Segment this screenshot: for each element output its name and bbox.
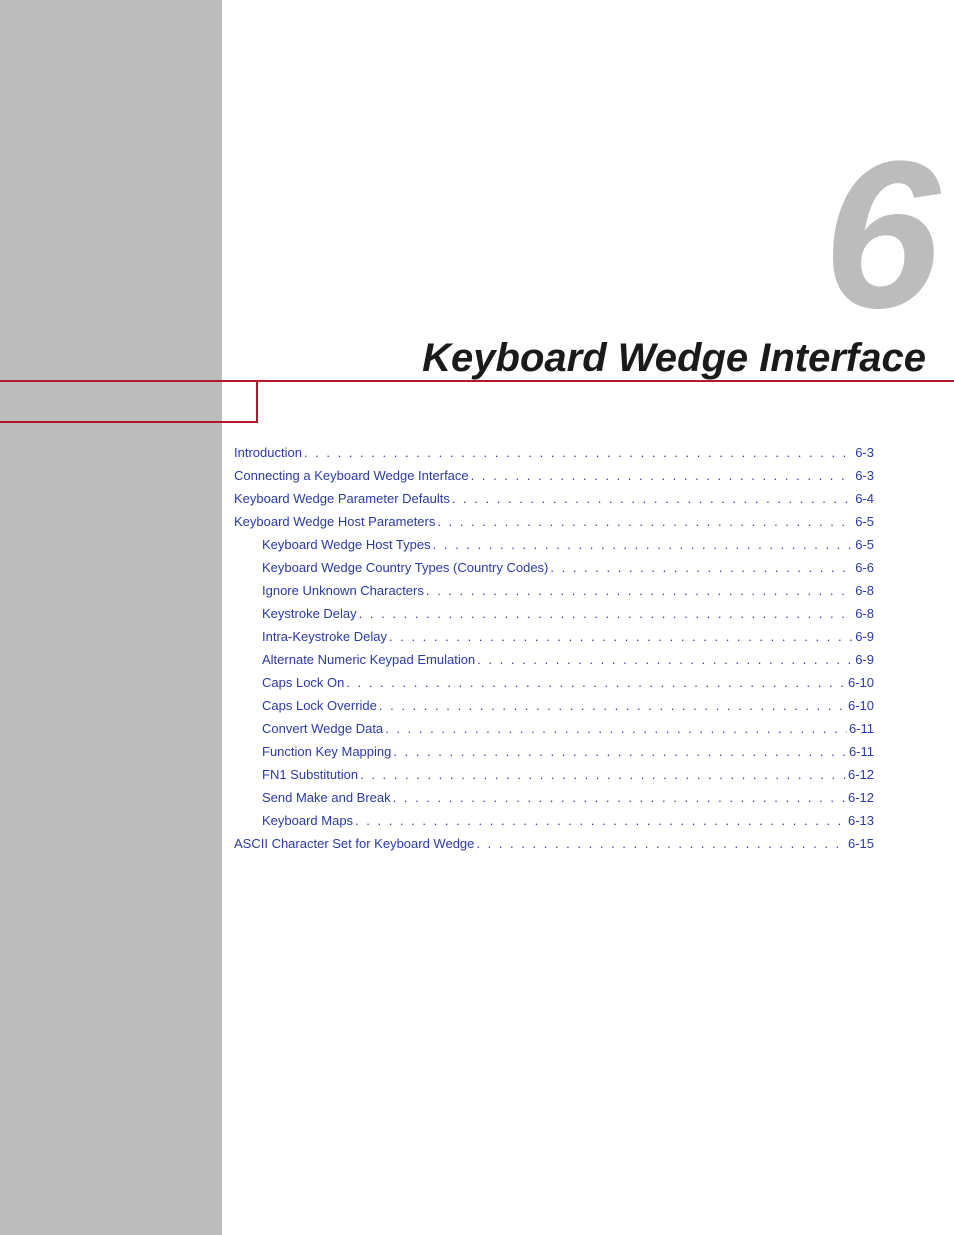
toc-leader-dots: . . . . . . . . . . . . . . . . . . . . …	[426, 583, 853, 598]
toc-entry-label[interactable]: Keystroke Delay	[262, 606, 357, 621]
red-rule-step-v	[256, 380, 258, 422]
toc-entry-page[interactable]: 6-12	[848, 767, 874, 782]
toc-row[interactable]: Intra-Keystroke Delay. . . . . . . . . .…	[234, 629, 874, 644]
toc-entry-label[interactable]: Keyboard Wedge Parameter Defaults	[234, 491, 450, 506]
toc-entry-page[interactable]: 6-3	[855, 468, 874, 483]
toc-leader-dots: . . . . . . . . . . . . . . . . . . . . …	[304, 445, 853, 460]
toc-row[interactable]: ASCII Character Set for Keyboard Wedge. …	[234, 836, 874, 851]
toc-leader-dots: . . . . . . . . . . . . . . . . . . . . …	[379, 698, 846, 713]
chapter-title: Keyboard Wedge Interface	[422, 336, 926, 381]
toc-entry-page[interactable]: 6-15	[848, 836, 874, 851]
toc-leader-dots: . . . . . . . . . . . . . . . . . . . . …	[452, 491, 853, 506]
toc-entry-label[interactable]: Ignore Unknown Characters	[262, 583, 424, 598]
toc-entry-page[interactable]: 6-10	[848, 698, 874, 713]
toc-entry-label[interactable]: FN1 Substitution	[262, 767, 358, 782]
toc-leader-dots: . . . . . . . . . . . . . . . . . . . . …	[393, 790, 846, 805]
toc-row[interactable]: Alternate Numeric Keypad Emulation. . . …	[234, 652, 874, 667]
toc-entry-page[interactable]: 6-3	[855, 445, 874, 460]
table-of-contents: Introduction. . . . . . . . . . . . . . …	[234, 445, 874, 859]
toc-entry-label[interactable]: Keyboard Wedge Host Types	[262, 537, 431, 552]
chapter-page: 6 Keyboard Wedge Interface Introduction.…	[0, 0, 954, 1235]
red-rule	[0, 380, 954, 382]
toc-row[interactable]: Connecting a Keyboard Wedge Interface. .…	[234, 468, 874, 483]
gray-left-bar	[0, 0, 222, 1235]
toc-leader-dots: . . . . . . . . . . . . . . . . . . . . …	[471, 468, 854, 483]
toc-row[interactable]: Caps Lock Override. . . . . . . . . . . …	[234, 698, 874, 713]
toc-entry-page[interactable]: 6-4	[855, 491, 874, 506]
toc-entry-label[interactable]: ASCII Character Set for Keyboard Wedge	[234, 836, 474, 851]
toc-row[interactable]: Keyboard Wedge Country Types (Country Co…	[234, 560, 874, 575]
toc-entry-page[interactable]: 6-11	[849, 744, 874, 759]
toc-row[interactable]: Keystroke Delay. . . . . . . . . . . . .…	[234, 606, 874, 621]
toc-leader-dots: . . . . . . . . . . . . . . . . . . . . …	[437, 514, 853, 529]
toc-row[interactable]: Keyboard Wedge Host Types. . . . . . . .…	[234, 537, 874, 552]
toc-leader-dots: . . . . . . . . . . . . . . . . . . . . …	[393, 744, 847, 759]
toc-entry-page[interactable]: 6-9	[855, 652, 874, 667]
toc-entry-label[interactable]: Introduction	[234, 445, 302, 460]
toc-row[interactable]: Introduction. . . . . . . . . . . . . . …	[234, 445, 874, 460]
toc-entry-label[interactable]: Convert Wedge Data	[262, 721, 383, 736]
toc-leader-dots: . . . . . . . . . . . . . . . . . . . . …	[385, 721, 847, 736]
toc-row[interactable]: Send Make and Break. . . . . . . . . . .…	[234, 790, 874, 805]
toc-entry-page[interactable]: 6-6	[855, 560, 874, 575]
toc-entry-label[interactable]: Alternate Numeric Keypad Emulation	[262, 652, 475, 667]
toc-leader-dots: . . . . . . . . . . . . . . . . . . . . …	[389, 629, 853, 644]
toc-row[interactable]: Caps Lock On. . . . . . . . . . . . . . …	[234, 675, 874, 690]
toc-entry-page[interactable]: 6-5	[855, 537, 874, 552]
toc-entry-label[interactable]: Caps Lock Override	[262, 698, 377, 713]
toc-entry-label[interactable]: Keyboard Wedge Country Types (Country Co…	[262, 560, 548, 575]
toc-entry-label[interactable]: Connecting a Keyboard Wedge Interface	[234, 468, 469, 483]
toc-entry-page[interactable]: 6-8	[855, 583, 874, 598]
red-rule-step-h	[0, 421, 258, 423]
toc-entry-label[interactable]: Caps Lock On	[262, 675, 344, 690]
toc-row[interactable]: Function Key Mapping. . . . . . . . . . …	[234, 744, 874, 759]
toc-leader-dots: . . . . . . . . . . . . . . . . . . . . …	[477, 652, 853, 667]
toc-entry-label[interactable]: Keyboard Maps	[262, 813, 353, 828]
toc-entry-label[interactable]: Function Key Mapping	[262, 744, 391, 759]
toc-entry-label[interactable]: Intra-Keystroke Delay	[262, 629, 387, 644]
toc-entry-page[interactable]: 6-11	[849, 721, 874, 736]
toc-entry-page[interactable]: 6-10	[848, 675, 874, 690]
toc-leader-dots: . . . . . . . . . . . . . . . . . . . . …	[346, 675, 846, 690]
toc-row[interactable]: FN1 Substitution. . . . . . . . . . . . …	[234, 767, 874, 782]
toc-entry-label[interactable]: Send Make and Break	[262, 790, 391, 805]
toc-entry-label[interactable]: Keyboard Wedge Host Parameters	[234, 514, 435, 529]
toc-leader-dots: . . . . . . . . . . . . . . . . . . . . …	[550, 560, 853, 575]
toc-leader-dots: . . . . . . . . . . . . . . . . . . . . …	[433, 537, 854, 552]
toc-entry-page[interactable]: 6-12	[848, 790, 874, 805]
toc-row[interactable]: Keyboard Wedge Parameter Defaults. . . .…	[234, 491, 874, 506]
chapter-number: 6	[823, 130, 932, 340]
toc-row[interactable]: Convert Wedge Data. . . . . . . . . . . …	[234, 721, 874, 736]
toc-leader-dots: . . . . . . . . . . . . . . . . . . . . …	[359, 606, 854, 621]
toc-row[interactable]: Keyboard Maps. . . . . . . . . . . . . .…	[234, 813, 874, 828]
toc-entry-page[interactable]: 6-9	[855, 629, 874, 644]
toc-row[interactable]: Keyboard Wedge Host Parameters. . . . . …	[234, 514, 874, 529]
toc-row[interactable]: Ignore Unknown Characters. . . . . . . .…	[234, 583, 874, 598]
toc-entry-page[interactable]: 6-13	[848, 813, 874, 828]
toc-leader-dots: . . . . . . . . . . . . . . . . . . . . …	[476, 836, 846, 851]
toc-leader-dots: . . . . . . . . . . . . . . . . . . . . …	[360, 767, 846, 782]
toc-leader-dots: . . . . . . . . . . . . . . . . . . . . …	[355, 813, 846, 828]
toc-entry-page[interactable]: 6-5	[855, 514, 874, 529]
toc-entry-page[interactable]: 6-8	[855, 606, 874, 621]
